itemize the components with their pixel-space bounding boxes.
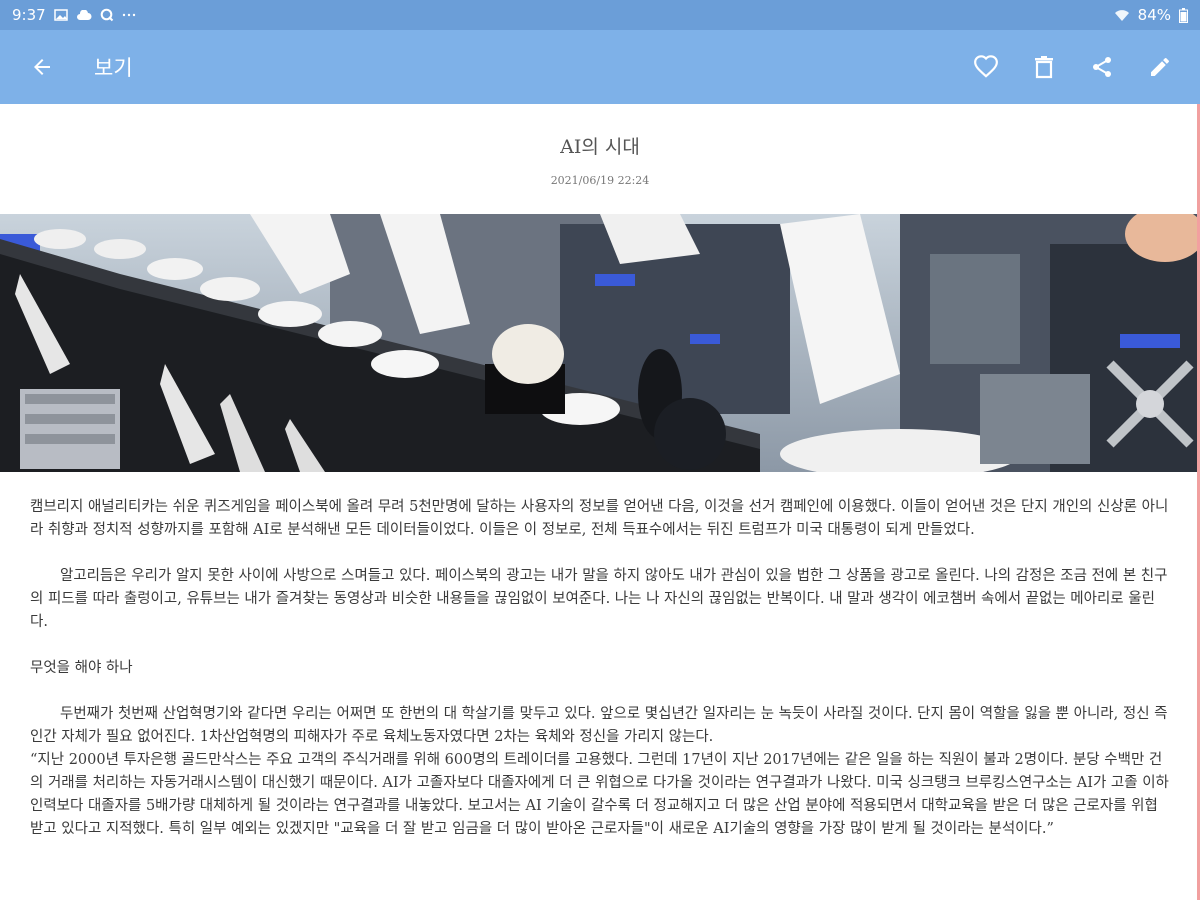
battery-icon <box>1179 7 1188 23</box>
article-content[interactable]: AI의 시대 2021/06/19 22:24 캠브리지 애널리티카는 쉬운 퀴… <box>0 104 1200 900</box>
status-bar: 9:37 84% <box>0 0 1200 30</box>
app-bar: 보기 <box>0 30 1200 104</box>
share-icon <box>1093 57 1111 77</box>
status-left: 9:37 <box>12 6 136 24</box>
share-button[interactable] <box>1080 45 1124 89</box>
arrow-left-icon <box>34 59 50 75</box>
article-date: 2021/06/19 22:24 <box>550 174 650 187</box>
more-dots-icon <box>122 13 136 17</box>
article-paragraph: 두번째가 첫번째 산업혁명기와 같다면 우리는 어쩌면 또 한번의 대 학살기를… <box>30 706 1168 745</box>
article-title: AI의 시대 <box>560 136 640 158</box>
cloud-icon <box>76 9 92 21</box>
edit-button[interactable] <box>1138 45 1182 89</box>
article-subheading: 무엇을 해야 하나 <box>30 660 133 676</box>
status-time: 9:37 <box>12 6 46 24</box>
battery-percent: 84% <box>1137 6 1171 24</box>
edit-icon <box>1151 58 1169 76</box>
page-title: 보기 <box>94 56 133 80</box>
delete-button[interactable] <box>1022 45 1066 89</box>
status-right: 84% <box>1114 6 1188 24</box>
favorite-button[interactable] <box>964 45 1008 89</box>
article-photo <box>0 214 1200 472</box>
article-body: 캠브리지 애널리티카는 쉬운 퀴즈게임을 페이스북에 올려 무려 5천만명에 달… <box>30 496 1170 841</box>
gallery-icon <box>53 9 68 21</box>
toolbar-actions <box>964 45 1182 89</box>
article-paragraph: 알고리듬은 우리가 알지 못한 사이에 사방으로 스며들고 있다. 페이스북의 … <box>30 568 1168 630</box>
back-button[interactable] <box>18 43 66 91</box>
article-quote: “지난 2000년 투자은행 골드만삭스는 주요 고객의 주식거래를 위해 60… <box>30 752 1169 837</box>
article-paragraph: 캠브리지 애널리티카는 쉬운 퀴즈게임을 페이스북에 올려 무려 5천만명에 달… <box>30 499 1169 538</box>
delete-icon <box>1035 56 1053 79</box>
q-icon <box>100 8 114 22</box>
heart-icon <box>974 55 998 78</box>
wifi-icon <box>1114 9 1130 22</box>
